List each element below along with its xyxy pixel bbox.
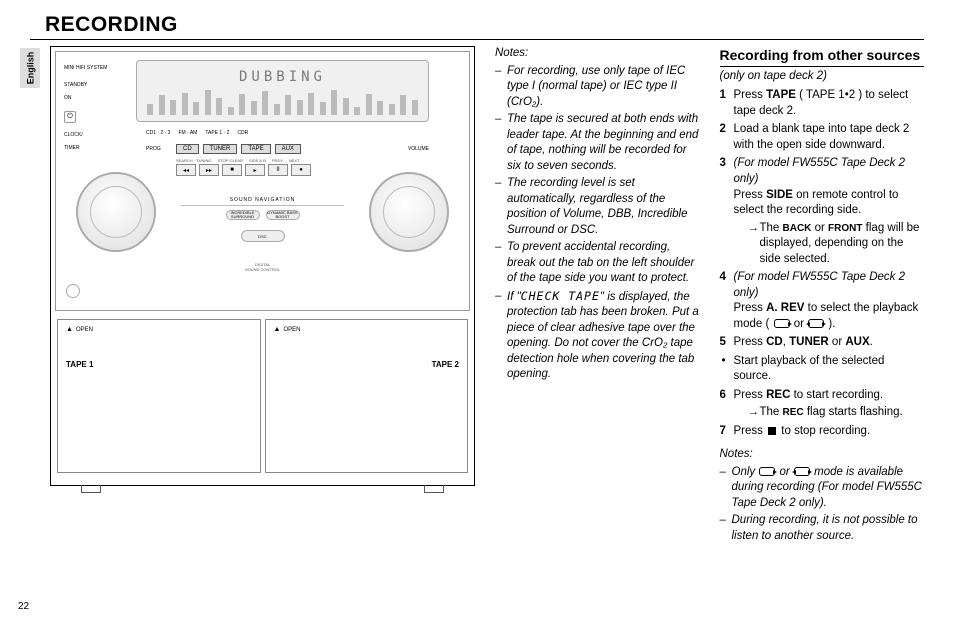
loop-one-side-icon bbox=[759, 467, 775, 476]
left-controls: MINI HIFI SYSTEM STANDBY ON ⏻ CLOCK/ TIM… bbox=[64, 62, 107, 159]
cd-button: CD bbox=[176, 144, 199, 154]
step-4: 4 (For model FW555C Tape Deck 2 only) Pr… bbox=[720, 270, 925, 332]
step-7: 7 Press to stop recording. bbox=[720, 424, 925, 440]
step-3: 3 (For model FW555C Tape Deck 2 only) Pr… bbox=[720, 156, 925, 267]
pause-button: II bbox=[268, 164, 288, 176]
display-text: DUBBING bbox=[137, 69, 428, 85]
fmam-label: FM · AM bbox=[178, 130, 197, 136]
section-heading: Recording from other sources bbox=[720, 46, 925, 67]
page-number: 22 bbox=[18, 601, 29, 612]
step-6-result: The REC flag starts flashing. bbox=[734, 405, 925, 421]
cdr-label: CDR bbox=[237, 130, 248, 136]
note-item: If "CHECK TAPE" is displayed, the protec… bbox=[495, 289, 700, 383]
cd123-label: CD1 · 2 · 3 bbox=[146, 130, 170, 136]
source-buttons: CD TUNER TAPE AUX bbox=[176, 144, 301, 154]
loop-one-side-icon bbox=[774, 319, 790, 328]
bullet-start-playback: Start playback of the selected source. bbox=[720, 354, 925, 385]
rec-button: ● bbox=[291, 164, 311, 176]
standby-label: STANDBY ON bbox=[64, 79, 107, 105]
sound-nav-title: SOUND NAVIGATION bbox=[181, 197, 344, 206]
dsc-pill: DSC bbox=[241, 230, 285, 242]
system-label: MINI HIFI SYSTEM bbox=[64, 62, 107, 75]
rew-button: ◂◂ bbox=[176, 164, 196, 176]
step-6: 6 Press REC to start recording. The REC … bbox=[720, 388, 925, 421]
tuner-button: TUNER bbox=[203, 144, 238, 154]
loop-both-sides-icon bbox=[794, 467, 810, 476]
open-label-1: OPEN bbox=[66, 326, 93, 333]
device-top-panel: MINI HIFI SYSTEM STANDBY ON ⏻ CLOCK/ TIM… bbox=[55, 51, 470, 311]
steps-column: Recording from other sources (only on ta… bbox=[720, 46, 925, 588]
tape-doors: OPEN TAPE 1 OPEN TAPE 2 bbox=[55, 319, 470, 473]
aux-button: AUX bbox=[275, 144, 301, 154]
note-item: The recording level is set automatically… bbox=[495, 176, 700, 238]
step-2: 2 Load a blank tape into tape deck 2 wit… bbox=[720, 122, 925, 153]
steps-list-2: 6 Press REC to start recording. The REC … bbox=[720, 388, 925, 440]
dsc-sublabel: DIGITAL SOUND CONTROL bbox=[56, 262, 469, 272]
mode-labels: CD1 · 2 · 3 FM · AM TAPE 1 · 2 CDR bbox=[146, 130, 248, 136]
notes-heading-2: Notes: bbox=[720, 447, 925, 463]
prog-label: PROG bbox=[146, 146, 161, 152]
lcd-display: DUBBING bbox=[136, 60, 429, 122]
ff-button: ▸▸ bbox=[199, 164, 219, 176]
tape12-label: TAPE 1 · 2 bbox=[205, 130, 229, 136]
loop-both-sides-icon bbox=[808, 319, 824, 328]
transport-buttons: ◂◂ ▸▸ ■ ▸ II ● bbox=[176, 164, 311, 176]
tape-door-2: OPEN TAPE 2 bbox=[265, 319, 469, 473]
step-5: 5 Press CD, TUNER or AUX. bbox=[720, 335, 925, 351]
note-item: During recording, it is not possible to … bbox=[720, 513, 925, 544]
device-column: MINI HIFI SYSTEM STANDBY ON ⏻ CLOCK/ TIM… bbox=[50, 46, 475, 588]
notes-heading: Notes: bbox=[495, 46, 700, 62]
note-item: For recording, use only tape of IEC type… bbox=[495, 64, 700, 111]
is-pill: INCREDIBLE SURROUND bbox=[226, 210, 260, 220]
step-3-result: The BACK or FRONT flag will be displayed… bbox=[734, 221, 925, 268]
foot-right bbox=[424, 485, 444, 493]
notes-list-2: Only or mode is available during recordi… bbox=[720, 465, 925, 545]
stop-icon bbox=[768, 427, 776, 435]
tape-door-1: OPEN TAPE 1 bbox=[57, 319, 261, 473]
left-knob bbox=[76, 172, 156, 252]
sound-navigation: SOUND NAVIGATION INCREDIBLE SURROUND DYN… bbox=[181, 197, 344, 242]
headphone-jack bbox=[66, 284, 80, 298]
tape-button: TAPE bbox=[241, 144, 270, 154]
only-hint: (only on tape deck 2) bbox=[720, 69, 925, 85]
note-item: To prevent accidental recording, break o… bbox=[495, 240, 700, 287]
spectrum-bars bbox=[147, 87, 418, 115]
volume-knob bbox=[369, 172, 449, 252]
play-button: ▸ bbox=[245, 164, 265, 176]
device-illustration: MINI HIFI SYSTEM STANDBY ON ⏻ CLOCK/ TIM… bbox=[50, 46, 475, 486]
volume-label: VOLUME bbox=[408, 146, 429, 152]
page-header: RECORDING bbox=[30, 10, 924, 40]
notes-list: For recording, use only tape of IEC type… bbox=[495, 64, 700, 383]
clock-timer-label: CLOCK/ TIMER bbox=[64, 129, 107, 155]
power-icon: ⏻ bbox=[64, 111, 76, 123]
steps-list: 1 Press TAPE ( TAPE 1•2 ) to select tape… bbox=[720, 88, 925, 350]
page: English RECORDING MINI HIFI SYSTEM STAND… bbox=[0, 0, 954, 618]
tape1-label: TAPE 1 bbox=[66, 360, 93, 369]
note-item: The tape is secured at both ends with le… bbox=[495, 112, 700, 174]
page-title: RECORDING bbox=[30, 13, 178, 37]
notes-column: Notes: For recording, use only tape of I… bbox=[495, 46, 700, 588]
step-1: 1 Press TAPE ( TAPE 1•2 ) to select tape… bbox=[720, 88, 925, 119]
content-columns: MINI HIFI SYSTEM STANDBY ON ⏻ CLOCK/ TIM… bbox=[30, 46, 924, 588]
note-item: Only or mode is available during recordi… bbox=[720, 465, 925, 512]
foot-left bbox=[81, 485, 101, 493]
tape2-label: TAPE 2 bbox=[432, 360, 459, 369]
open-label-2: OPEN bbox=[274, 326, 301, 333]
stop-button: ■ bbox=[222, 164, 242, 176]
dbb-pill: DYNAMIC BASS BOOST bbox=[266, 210, 300, 220]
